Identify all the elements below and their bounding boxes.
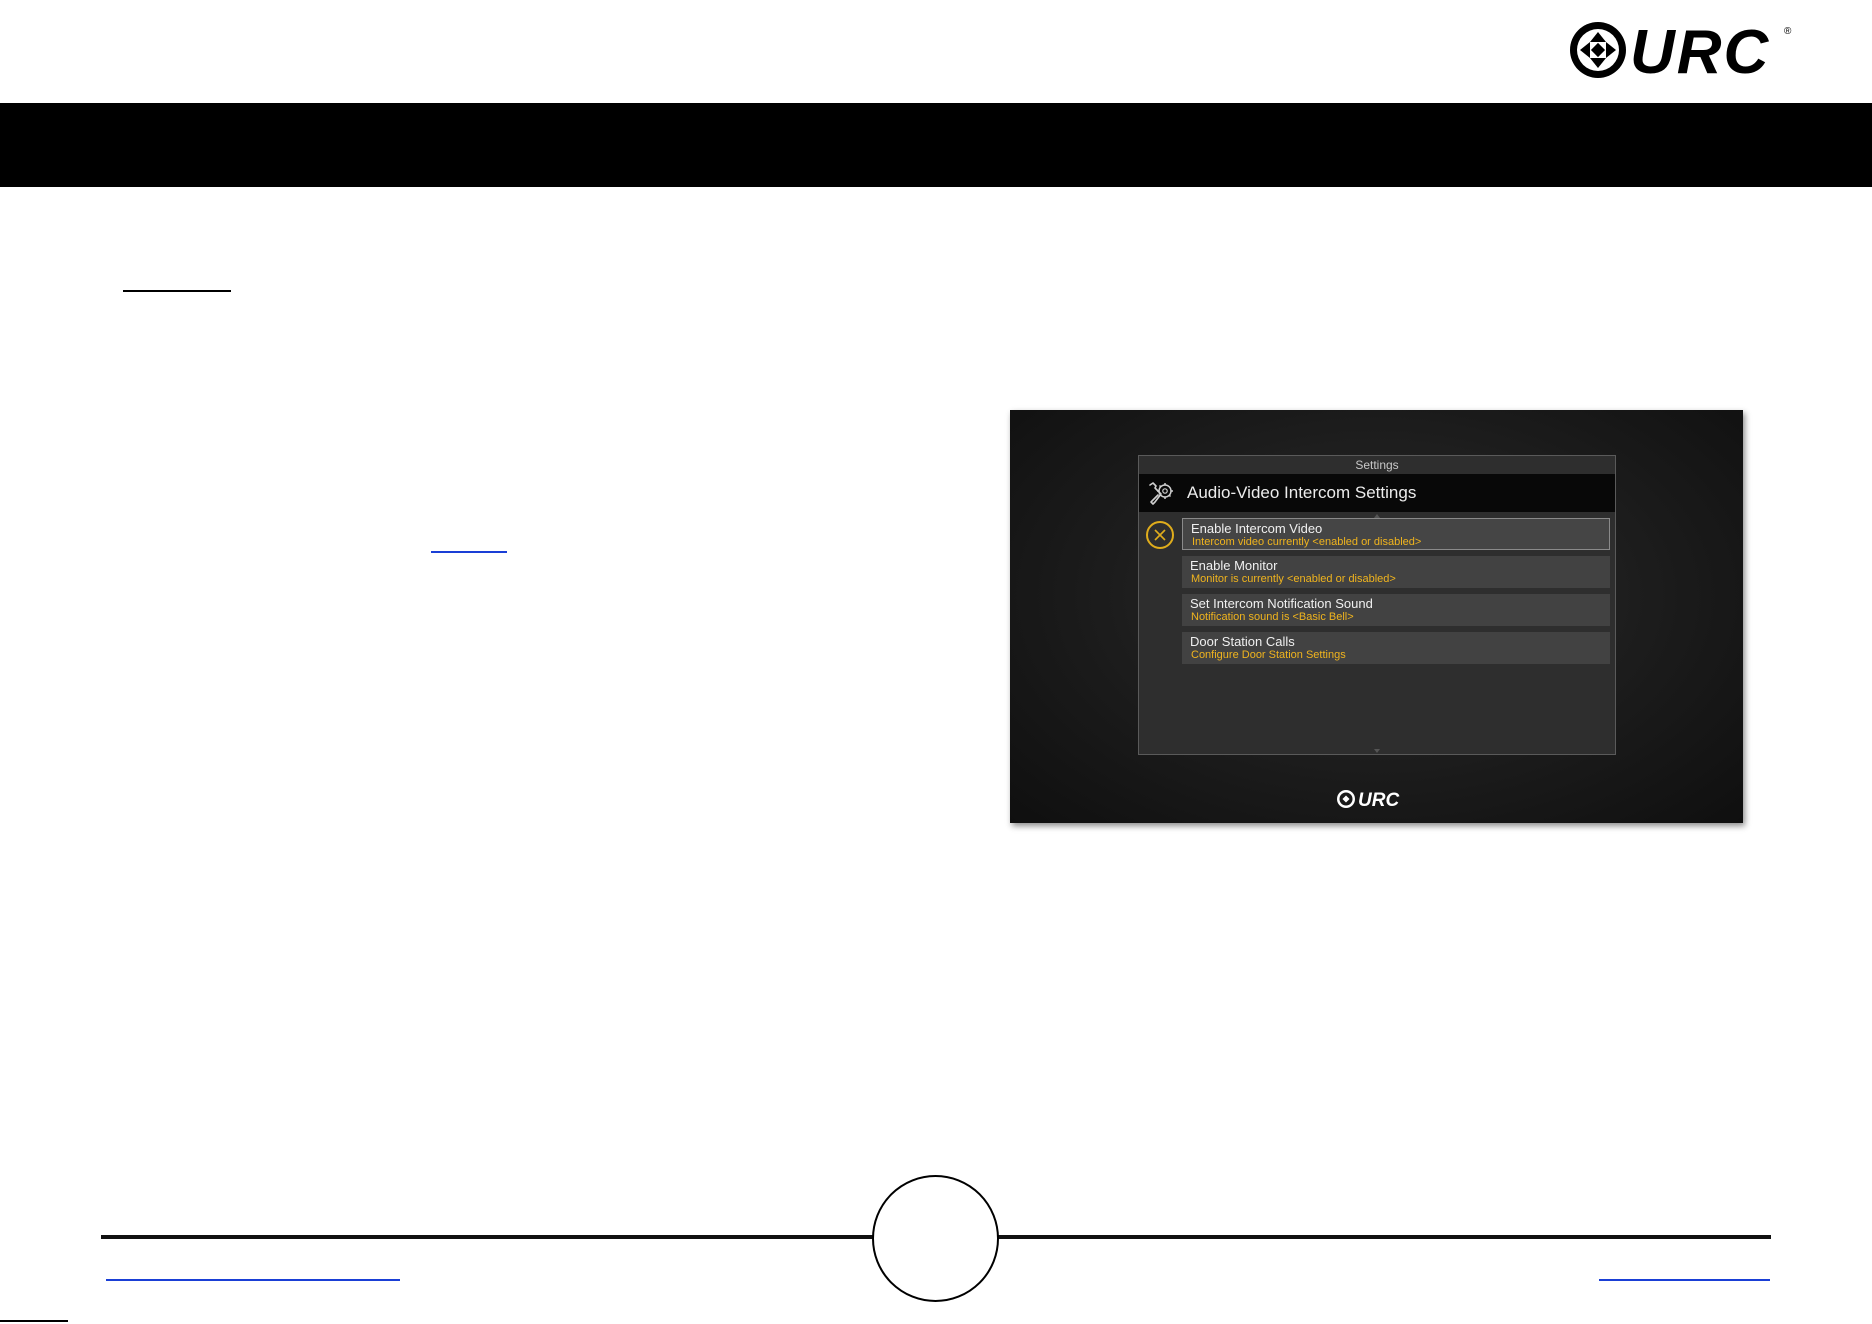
menu-item-enable-intercom-video[interactable]: Enable Intercom Video Intercom video cur… — [1182, 518, 1610, 550]
menu-item-enable-monitor[interactable]: Enable Monitor Monitor is currently <ena… — [1182, 556, 1610, 588]
inline-link-underline[interactable] — [431, 551, 507, 553]
menu-item-title: Enable Monitor — [1190, 558, 1278, 573]
menu-item-door-station-calls[interactable]: Door Station Calls Configure Door Statio… — [1182, 632, 1610, 664]
menu-item-subtitle: Monitor is currently <enabled or disable… — [1191, 573, 1396, 585]
device-urc-logo: URC — [1337, 790, 1399, 810]
urc-logo-icon — [1570, 22, 1626, 78]
registered-mark: ® — [1784, 26, 1792, 37]
scroll-down-arrow-icon[interactable] — [1374, 749, 1380, 753]
urc-logo-text: URC — [1630, 18, 1770, 84]
settings-panel: Settings Audio-Video Intercom Settings E… — [1138, 455, 1616, 755]
menu-item-notification-sound[interactable]: Set Intercom Notification Sound Notifica… — [1182, 594, 1610, 626]
menu-item-title: Set Intercom Notification Sound — [1190, 596, 1373, 611]
section-heading-underline — [123, 290, 231, 292]
menu-item-subtitle: Notification sound is <Basic Bell> — [1191, 611, 1354, 623]
device-screenshot: Settings Audio-Video Intercom Settings E… — [1010, 410, 1743, 823]
menu-item-title: Door Station Calls — [1190, 634, 1295, 649]
footer-link-left[interactable] — [106, 1279, 400, 1281]
device-logo-text: URC — [1358, 790, 1399, 810]
header-bar — [0, 103, 1872, 187]
panel-header: Audio-Video Intercom Settings — [1139, 474, 1615, 512]
urc-logo-icon — [1337, 790, 1355, 808]
settings-wrench-gear-icon — [1149, 482, 1173, 505]
close-circle-icon — [1154, 529, 1166, 541]
page-number-circle — [872, 1175, 999, 1302]
menu-item-subtitle: Configure Door Station Settings — [1191, 649, 1346, 661]
close-button[interactable] — [1146, 521, 1174, 549]
panel-title: Audio-Video Intercom Settings — [1187, 483, 1417, 502]
menu-item-title: Enable Intercom Video — [1191, 521, 1323, 536]
footer-link-right[interactable] — [1599, 1279, 1770, 1281]
urc-logo: URC ® — [1570, 18, 1792, 84]
menu-item-subtitle: Intercom video currently <enabled or dis… — [1192, 536, 1422, 548]
panel-caption: Settings — [1355, 458, 1399, 472]
corner-mark — [0, 1320, 68, 1322]
